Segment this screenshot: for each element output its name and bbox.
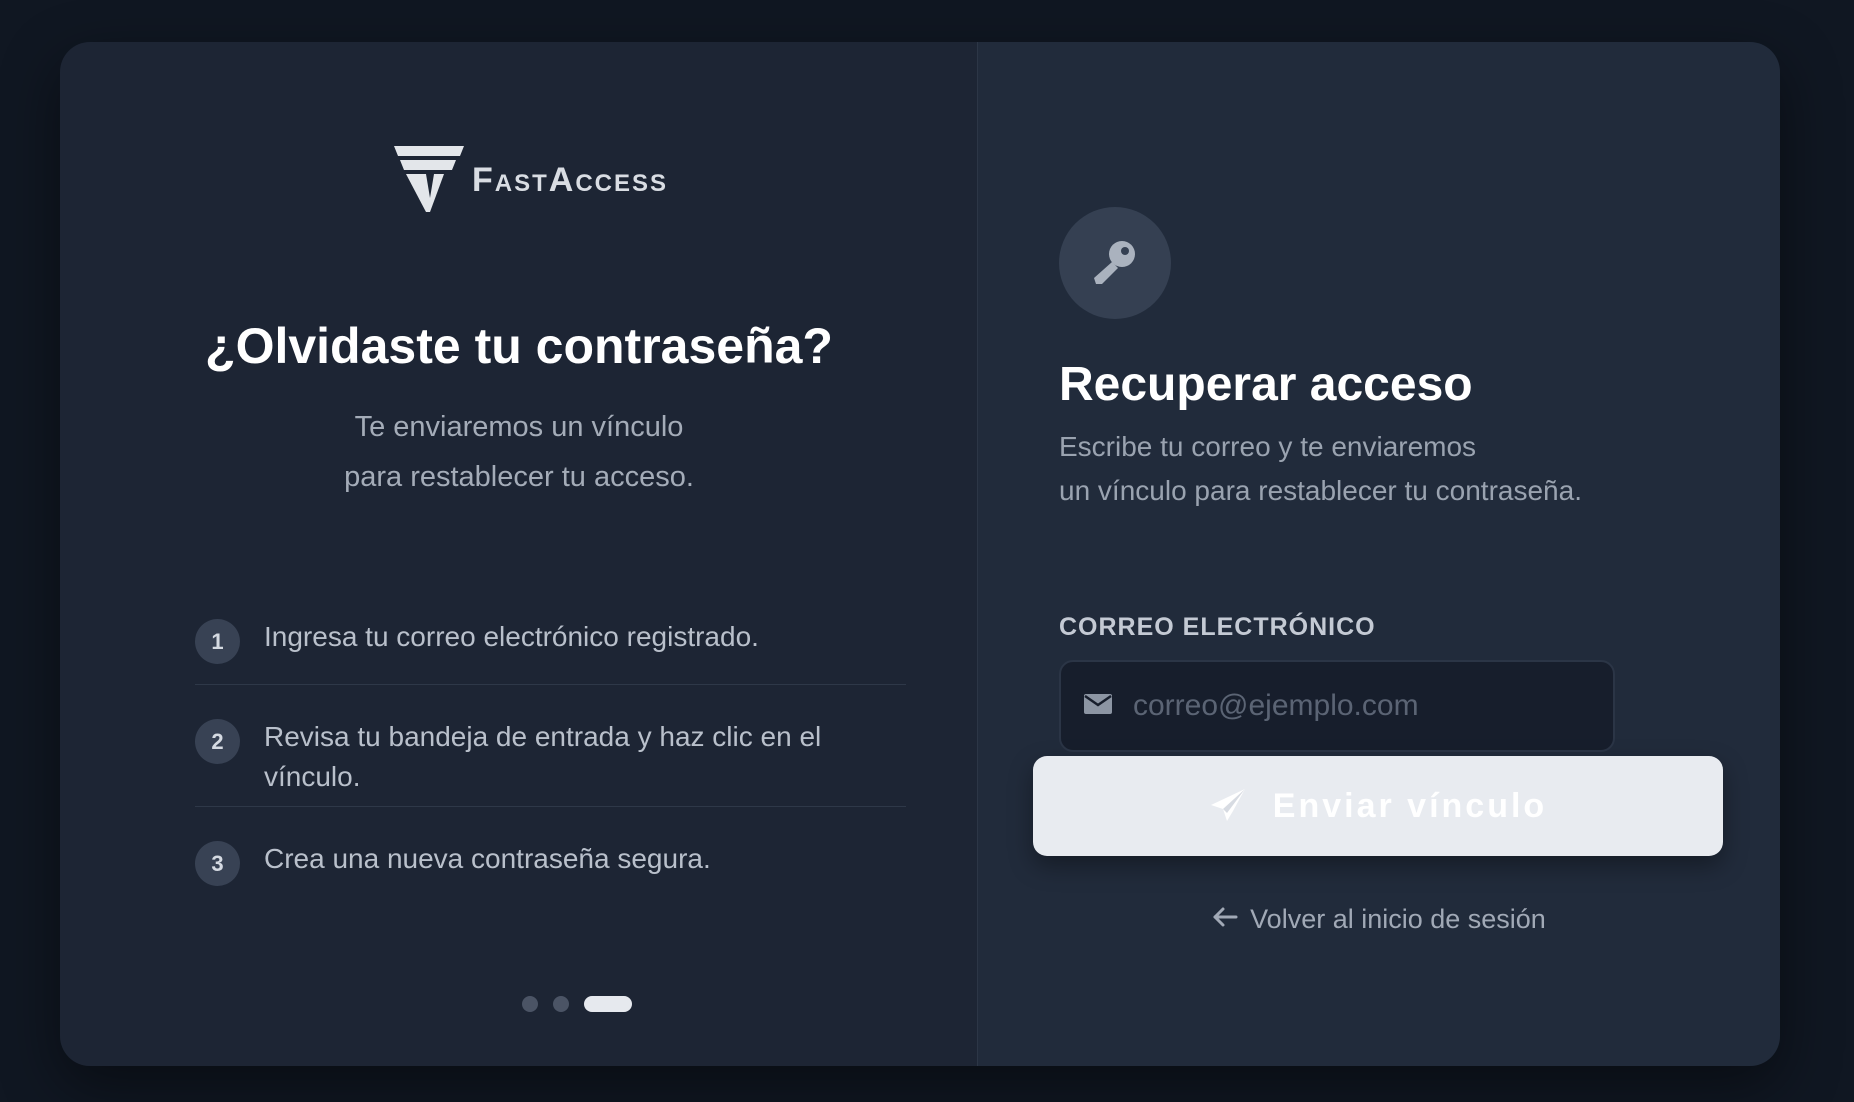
- email-label: CORREO ELECTRÓNICO: [1059, 613, 1376, 641]
- description-line: Escribe tu correo y te enviaremos: [1059, 431, 1477, 462]
- step-number: 2: [195, 719, 240, 764]
- send-link-button[interactable]: Enviar vínculo: [1033, 756, 1723, 856]
- description-line: un vínculo para restablecer tu contraseñ…: [1059, 475, 1582, 506]
- info-panel: FastAccess ¿Olvidaste tu contraseña? Te …: [60, 42, 978, 1066]
- key-icon: [1090, 236, 1140, 291]
- back-to-login-link[interactable]: Volver al inicio de sesión: [978, 904, 1780, 935]
- recovery-card: FastAccess ¿Olvidaste tu contraseña? Te …: [60, 42, 1780, 1066]
- form-title: Recuperar acceso: [1059, 358, 1473, 411]
- email-input[interactable]: [1133, 689, 1593, 723]
- step-item: 1 Ingresa tu correo electrónico registra…: [195, 597, 906, 685]
- arrow-left-icon: [1212, 904, 1238, 935]
- key-badge: [1059, 207, 1171, 319]
- step-text: Revisa tu bandeja de entrada y haz clic …: [264, 721, 822, 792]
- fastaccess-logo-icon: [390, 142, 466, 214]
- back-to-login-label: Volver al inicio de sesión: [1250, 904, 1546, 934]
- paper-plane-icon: [1209, 788, 1247, 825]
- left-subtitle: Te enviaremos un vínculo para restablece…: [344, 411, 694, 493]
- left-title: ¿Olvidaste tu contraseña?: [205, 318, 833, 374]
- steps-list: 1 Ingresa tu correo electrónico registra…: [195, 597, 906, 907]
- brand-logo: FastAccess: [390, 142, 668, 214]
- envelope-icon: [1083, 692, 1113, 721]
- step-text: Ingresa tu correo electrónico registrado…: [264, 621, 759, 652]
- step-text: Crea una nueva contraseña segura.: [264, 843, 711, 874]
- carousel-dot-active[interactable]: [584, 996, 632, 1012]
- step-number: 3: [195, 841, 240, 886]
- carousel-dot[interactable]: [553, 996, 569, 1012]
- step-item: 2 Revisa tu bandeja de entrada y haz cli…: [195, 685, 906, 807]
- carousel-dots: [522, 996, 632, 1012]
- brand-name: FastAccess: [472, 160, 669, 199]
- form-panel: Recuperar acceso Escribe tu correo y te …: [978, 42, 1780, 1066]
- form-description: Escribe tu correo y te enviaremos un vín…: [1059, 425, 1582, 513]
- send-link-label: Enviar vínculo: [1272, 786, 1548, 825]
- email-field-wrapper: [1059, 660, 1615, 752]
- carousel-dot[interactable]: [522, 996, 538, 1012]
- step-item: 3 Crea una nueva contraseña segura.: [195, 807, 906, 907]
- step-number: 1: [195, 619, 240, 664]
